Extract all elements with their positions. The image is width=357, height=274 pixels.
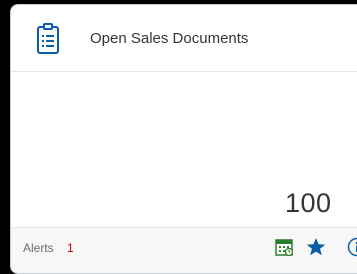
tile-header: Open Sales Documents (11, 5, 357, 72)
tile-footer: Alerts 1 (11, 227, 357, 274)
kpi-value: 100 (285, 188, 332, 219)
star-icon[interactable] (306, 237, 326, 257)
alerts-label: Alerts (23, 241, 54, 255)
tile-title: Open Sales Documents (90, 30, 248, 47)
clipboard-icon (36, 23, 60, 55)
open-sales-documents-tile[interactable]: Open Sales Documents 100 Alerts 1 (10, 4, 357, 274)
alerts-count[interactable]: 1 (67, 241, 74, 255)
info-icon[interactable] (347, 237, 357, 257)
calendar-icon[interactable] (275, 238, 294, 257)
